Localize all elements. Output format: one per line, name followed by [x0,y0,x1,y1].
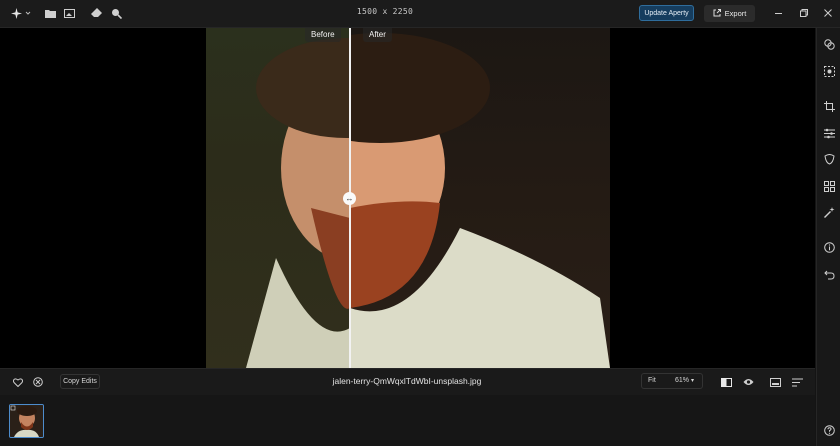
adjustments-icon[interactable] [823,127,835,139]
favorite-heart-icon[interactable] [12,376,24,388]
after-label: After [363,28,392,42]
compare-view-icon[interactable] [720,376,732,388]
top-toolbar: 1500 x 2250 Update Aperty Export [0,0,840,28]
before-image [206,28,436,368]
filmstrip-toggle-icon[interactable] [769,376,781,388]
crop-icon[interactable] [823,100,835,112]
chevron-down-icon: ▾ [690,378,694,384]
image-dimensions: 1500 x 2250 [356,7,414,16]
photo-preview [206,28,610,368]
gallery-icon[interactable] [63,7,75,19]
update-aperty-button[interactable]: Update Aperty [639,5,694,21]
portrait-icon[interactable] [823,153,835,165]
retouch-icon[interactable] [110,7,122,19]
eraser-icon[interactable] [90,7,102,19]
presets-grid-icon[interactable] [823,180,835,192]
copy-edits-button[interactable]: Copy Edits [60,374,100,389]
sort-icon[interactable] [791,376,803,388]
fit-button[interactable]: Fit [648,377,656,384]
comparison-handle-icon[interactable]: ↔ [343,192,356,205]
select-subject-icon[interactable] [823,65,835,77]
before-label: Before [305,28,341,42]
right-tool-rail [816,28,840,446]
thumbnail-selected[interactable] [9,404,44,438]
reject-icon[interactable] [32,376,44,388]
zoom-level-dropdown[interactable]: 61% ▾ [675,377,694,384]
export-button[interactable]: Export [704,5,755,22]
export-label: Export [724,9,747,18]
file-name: jalen-terry-QmWqxlTdWbI-unsplash.jpg [332,376,482,386]
folder-icon[interactable] [44,7,56,19]
app-menu-icon[interactable] [10,6,32,20]
help-icon[interactable] [823,424,835,436]
restore-icon[interactable] [797,6,811,20]
magic-wand-icon[interactable] [823,206,835,218]
layers-icon[interactable] [823,38,835,50]
after-image [270,28,610,368]
minimize-icon[interactable] [771,6,785,20]
image-canvas: Before After ↔ [0,28,815,368]
bottom-toolbar: Copy Edits jalen-terry-QmWqxlTdWbI-unspl… [0,368,815,396]
export-icon [713,8,721,19]
info-icon[interactable] [823,241,835,253]
zoom-level-value: 61% [675,377,690,384]
zoom-control: Fit 61% ▾ [641,373,703,389]
preview-eye-icon[interactable] [742,376,754,388]
history-icon[interactable] [823,268,835,280]
filmstrip [0,395,815,446]
close-icon[interactable] [821,6,835,20]
